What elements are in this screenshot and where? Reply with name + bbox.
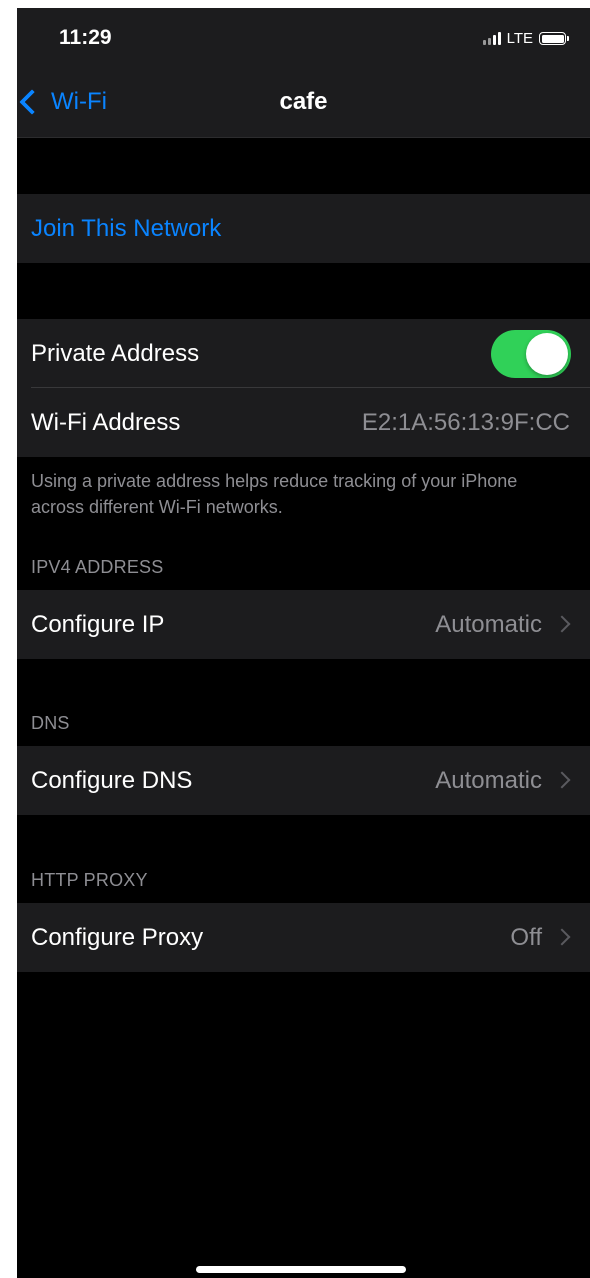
- ipv4-section-header: IPV4 ADDRESS: [31, 557, 164, 577]
- wifi-address-label: Wi-Fi Address: [31, 409, 181, 436]
- dns-section-header: DNS: [31, 713, 70, 733]
- private-address-row: Private Address: [17, 319, 590, 388]
- chevron-left-icon: [19, 89, 45, 115]
- private-address-label: Private Address: [31, 340, 200, 367]
- private-address-toggle[interactable]: [491, 330, 571, 378]
- wifi-address-value: E2:1A:56:13:9F:CC: [361, 409, 570, 436]
- chevron-right-icon: [553, 615, 571, 633]
- configure-ip-value: Automatic: [435, 611, 542, 638]
- phone-screen: 11:29 LTE cafe Wi-Fi Join This Network P…: [17, 8, 590, 1278]
- configure-ip-row[interactable]: Configure IP Automatic: [17, 590, 590, 659]
- toggle-knob: [526, 333, 568, 375]
- navigation-bar: cafe Wi-Fi: [17, 66, 590, 138]
- home-indicator[interactable]: [196, 1266, 406, 1273]
- http-proxy-section-header: HTTP PROXY: [31, 870, 148, 890]
- status-time: 11:29: [59, 26, 112, 49]
- join-network-label: Join This Network: [31, 215, 222, 242]
- configure-dns-row[interactable]: Configure DNS Automatic: [17, 746, 590, 815]
- network-type: LTE: [506, 30, 533, 47]
- configure-proxy-row[interactable]: Configure Proxy Off: [17, 903, 590, 972]
- configure-proxy-value: Off: [510, 924, 542, 951]
- private-address-note: Using a private address helps reduce tra…: [31, 471, 518, 517]
- join-network-button[interactable]: Join This Network: [17, 194, 590, 263]
- configure-dns-label: Configure DNS: [31, 767, 193, 794]
- wifi-address-row: Wi-Fi Address E2:1A:56:13:9F:CC: [17, 388, 590, 457]
- configure-proxy-label: Configure Proxy: [31, 924, 204, 951]
- cellular-signal-icon: [482, 32, 501, 45]
- back-button-label: Wi-Fi: [51, 88, 107, 115]
- status-bar: 11:29 LTE: [17, 8, 590, 66]
- back-button[interactable]: Wi-Fi: [17, 66, 107, 138]
- chevron-right-icon: [553, 771, 571, 789]
- status-indicators: LTE: [482, 30, 569, 47]
- configure-ip-label: Configure IP: [31, 611, 165, 638]
- configure-dns-value: Automatic: [435, 767, 542, 794]
- chevron-right-icon: [553, 928, 571, 946]
- battery-icon: [539, 32, 569, 45]
